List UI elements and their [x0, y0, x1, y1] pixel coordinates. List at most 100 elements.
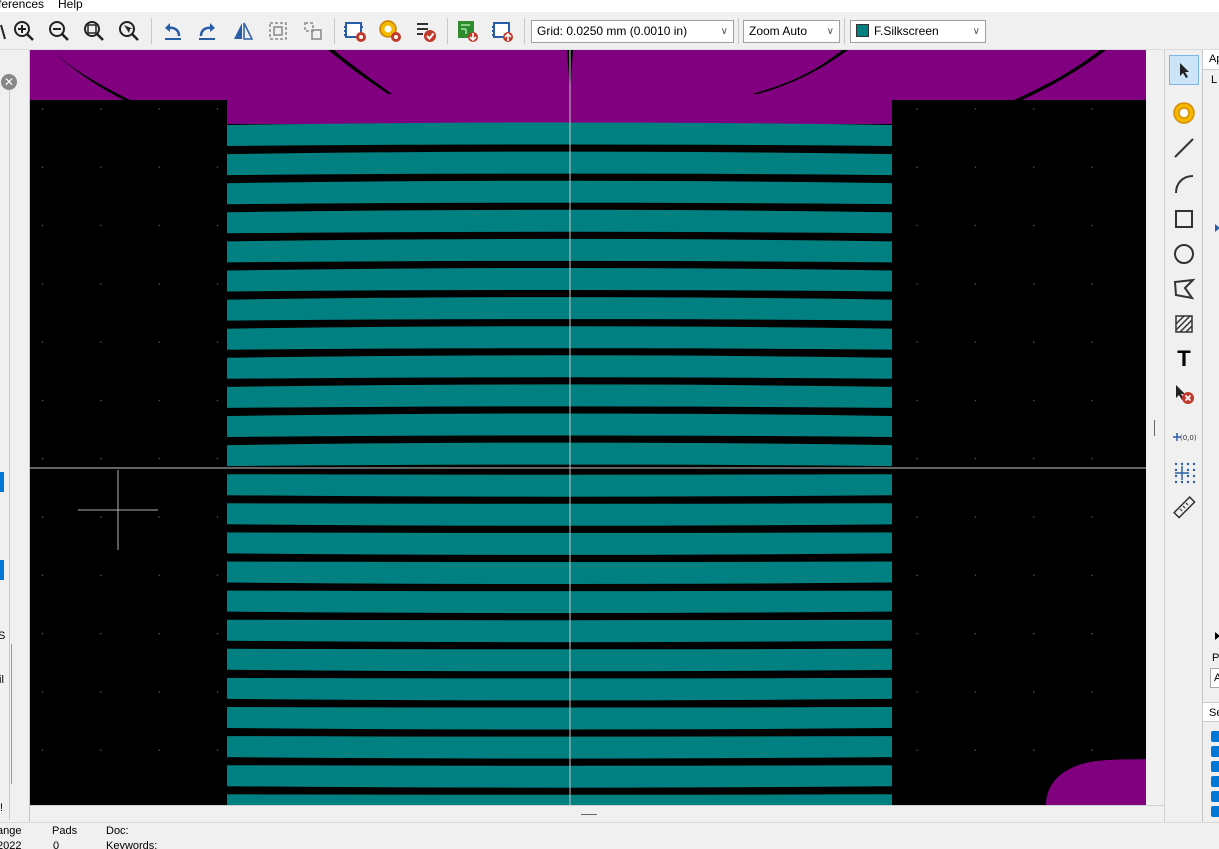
anchor-icon[interactable]: (0,0): [1169, 422, 1199, 452]
zoom-selection-icon[interactable]: [116, 17, 142, 45]
silkscreen-stripe: [227, 503, 892, 526]
rectangle-icon[interactable]: [1169, 204, 1199, 234]
zone-icon[interactable]: [1169, 309, 1199, 339]
ungroup-icon[interactable]: [300, 17, 326, 45]
pad-properties-icon[interactable]: [377, 17, 403, 45]
silkscreen-stripe: [227, 648, 892, 672]
canvas-drawing: [30, 50, 1146, 805]
filter-checkbox[interactable]: [1211, 776, 1219, 787]
close-icon[interactable]: ✕: [1, 74, 17, 90]
zoom-in-icon[interactable]: [11, 17, 37, 45]
silkscreen-stripe: [227, 413, 892, 437]
menu-help[interactable]: Help: [58, 0, 83, 11]
silkscreen-stripe: [227, 180, 892, 205]
appearance-tab[interactable]: Ap: [1203, 50, 1219, 70]
text-tool-glyph: T: [1177, 346, 1191, 371]
zoom-select[interactable]: Zoom Auto ∨: [743, 20, 840, 43]
silkscreen-stripe: [227, 122, 892, 146]
ruler-icon[interactable]: [1169, 492, 1199, 522]
selection-filter-label: Se: [1209, 707, 1219, 719]
text-icon[interactable]: T: [1169, 344, 1199, 374]
filter-checkbox[interactable]: [1211, 761, 1219, 772]
polygon-icon[interactable]: [1169, 274, 1199, 304]
left-panel-selection-marker: [0, 560, 4, 580]
appearance-panel: Ap L P A Se: [1202, 50, 1219, 822]
left-panel-selection-marker: [0, 472, 4, 492]
menu-preferences[interactable]: ferences: [0, 0, 44, 11]
status-value: 2022: [0, 840, 22, 849]
filter-checkbox[interactable]: [1211, 791, 1219, 802]
silkscreen-stripe: [227, 590, 892, 614]
silkscreen-stripe: [227, 442, 892, 467]
silkscreen-stripe: [227, 238, 892, 263]
silkscreen-stripe: [227, 268, 892, 292]
left-panel-label: !: [0, 802, 4, 814]
arc-icon[interactable]: [1169, 169, 1199, 199]
status-header: ange: [0, 825, 22, 837]
silkscreen-stripe: [227, 209, 892, 234]
left-panel-label: il: [0, 674, 4, 686]
selection-filter-header[interactable]: Se: [1203, 702, 1219, 722]
delete-icon[interactable]: [1169, 379, 1199, 409]
zoom-out-icon[interactable]: [46, 17, 72, 45]
filter-checkbox[interactable]: [1211, 731, 1219, 742]
group-icon[interactable]: [265, 17, 291, 45]
silkscreen-stripe: [227, 677, 892, 701]
layer-select-value: F.Silkscreen: [874, 24, 939, 38]
footprint-checker-icon[interactable]: [413, 17, 439, 45]
vertical-sash[interactable]: [1146, 50, 1164, 822]
silkscreen-stripe: [227, 355, 892, 379]
circle-icon[interactable]: [1169, 239, 1199, 269]
presets-select[interactable]: A: [1210, 668, 1219, 688]
main-toolbar: Grid: 0.0250 mm (0.0010 in) ∨ Zoom Auto …: [0, 12, 1219, 50]
zoom-fit-icon[interactable]: [81, 17, 107, 45]
undo-icon[interactable]: [159, 17, 185, 45]
footprint-canvas[interactable]: [30, 50, 1146, 805]
line-icon[interactable]: [1169, 133, 1199, 163]
chevron-down-icon: ∨: [826, 26, 834, 37]
layer-color-swatch: [856, 24, 869, 37]
silkscreen-stripe: [227, 297, 892, 321]
keywords-header: Keywords:: [106, 840, 158, 849]
layer-select[interactable]: F.Silkscreen ∨: [850, 20, 986, 43]
left-panel-label: S: [0, 630, 6, 642]
chevron-down-icon: ∨: [972, 26, 980, 37]
zoom-select-value: Zoom Auto: [749, 24, 808, 38]
footprint-info-bar: ange 2022 Pads 0 Doc: Keywords:: [0, 822, 1219, 849]
select-icon[interactable]: [1169, 55, 1199, 85]
horizontal-sash[interactable]: [30, 805, 1164, 822]
partial-tool-icon[interactable]: [0, 17, 10, 45]
silkscreen-stripe: [227, 619, 892, 643]
mirror-icon[interactable]: [230, 17, 256, 45]
presets-value: A: [1214, 672, 1219, 684]
grid-origin-icon[interactable]: [1169, 457, 1199, 487]
load-from-board-icon[interactable]: [455, 17, 481, 45]
menu-bar: ferences Help: [0, 0, 1219, 12]
expand-arrow-icon[interactable]: [1215, 224, 1219, 232]
pads-header: Pads: [52, 825, 78, 837]
right-toolbar: T (0,0): [1164, 50, 1202, 822]
filter-checkbox[interactable]: [1211, 746, 1219, 757]
silkscreen-stripe: [227, 765, 892, 788]
redo-icon[interactable]: [195, 17, 221, 45]
silkscreen-stripe: [227, 474, 892, 497]
footprint-properties-icon[interactable]: [342, 17, 368, 45]
silkscreen-stripe: [227, 151, 892, 176]
silkscreen-stripe: [227, 532, 892, 555]
silkscreen-stripe: [227, 707, 892, 730]
pads-value: 0: [53, 840, 60, 849]
expand-arrow-icon[interactable]: [1215, 632, 1219, 640]
chevron-down-icon: ∨: [720, 26, 728, 37]
appearance-tab-label: Ap: [1209, 53, 1219, 65]
coords-label: (0,0): [1180, 434, 1197, 442]
silkscreen-stripe: [227, 736, 892, 759]
silkscreen-stripe: [227, 794, 892, 805]
silkscreen-stripe: [227, 561, 892, 584]
layers-tab-label[interactable]: L: [1211, 74, 1217, 86]
silkscreen-stripe: [227, 326, 892, 350]
silkscreen-stripe: [227, 384, 892, 408]
insert-into-board-icon[interactable]: [490, 17, 516, 45]
grid-select[interactable]: Grid: 0.0250 mm (0.0010 in) ∨: [531, 20, 734, 43]
pad-icon[interactable]: [1169, 98, 1199, 128]
filter-checkbox[interactable]: [1211, 806, 1219, 817]
